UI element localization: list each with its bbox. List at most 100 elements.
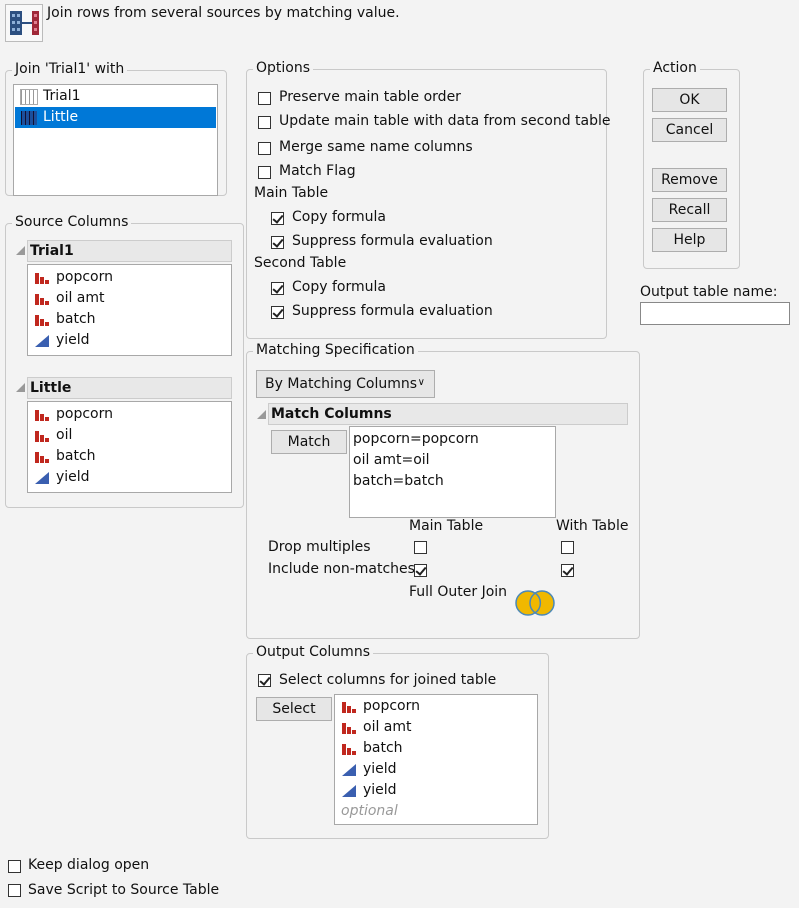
disclosure-icon[interactable] bbox=[16, 246, 25, 255]
ok-button[interactable]: OK bbox=[652, 88, 727, 112]
nominal-column-icon bbox=[34, 429, 50, 443]
nominal-column-icon bbox=[34, 292, 50, 306]
main-table-option-1-checkbox[interactable] bbox=[271, 236, 284, 249]
include-nonmatches-main-checkbox[interactable] bbox=[414, 564, 427, 577]
chevron-down-icon: ∨ bbox=[417, 377, 425, 388]
column-item[interactable]: yield bbox=[28, 467, 231, 488]
column-item[interactable]: batch bbox=[28, 309, 231, 330]
table-item-little[interactable]: Little bbox=[15, 107, 216, 128]
drop-multiples-label: Drop multiples bbox=[268, 539, 371, 555]
column-label: popcorn bbox=[56, 406, 113, 422]
option-2-checkbox[interactable] bbox=[258, 142, 271, 155]
column-item[interactable]: yield bbox=[335, 780, 537, 801]
nominal-column-icon bbox=[34, 408, 50, 422]
option-3-checkbox[interactable] bbox=[258, 166, 271, 179]
column-item[interactable]: batch bbox=[335, 738, 537, 759]
nominal-column-icon bbox=[34, 450, 50, 464]
select-columns-checkbox[interactable] bbox=[258, 674, 271, 687]
source-column-list-trial1[interactable]: popcorn oil amt batch yield bbox=[27, 264, 232, 356]
source-table-header-trial1[interactable]: Trial1 bbox=[27, 240, 232, 262]
include-nonmatches-label: Include non-matches bbox=[268, 561, 415, 577]
table-label: Little bbox=[43, 109, 79, 125]
source-column-list-little[interactable]: popcorn oil batch yield bbox=[27, 401, 232, 493]
dialog-description: Join rows from several sources by matchi… bbox=[47, 5, 400, 21]
second-table-option-1-checkbox[interactable] bbox=[271, 306, 284, 319]
output-columns-title: Output Columns bbox=[253, 644, 373, 660]
table-grid-icon bbox=[20, 88, 38, 105]
second-table-option-0-label: Copy formula bbox=[292, 279, 386, 295]
select-button[interactable]: Select bbox=[256, 697, 332, 721]
matching-spec-title: Matching Specification bbox=[253, 342, 418, 358]
join-icon bbox=[5, 4, 43, 42]
continuous-column-icon bbox=[341, 784, 357, 798]
optional-placeholder: optional bbox=[341, 803, 398, 819]
column-item[interactable]: popcorn bbox=[28, 404, 231, 425]
column-label: popcorn bbox=[363, 698, 420, 714]
remove-button[interactable]: Remove bbox=[652, 168, 727, 192]
nominal-column-icon bbox=[34, 313, 50, 327]
main-table-option-0-checkbox[interactable] bbox=[271, 212, 284, 225]
column-label: yield bbox=[56, 332, 90, 348]
column-item[interactable]: popcorn bbox=[28, 267, 231, 288]
second-table-option-1-label: Suppress formula evaluation bbox=[292, 303, 493, 319]
continuous-column-icon bbox=[34, 334, 50, 348]
keep-dialog-open-checkbox[interactable] bbox=[8, 860, 21, 873]
output-table-name-input[interactable] bbox=[640, 302, 790, 325]
column-item[interactable]: yield bbox=[28, 330, 231, 351]
second-table-option-0-checkbox[interactable] bbox=[271, 282, 284, 295]
output-column-list[interactable]: popcorn oil amt batch yield yield optional bbox=[334, 694, 538, 825]
option-2-label: Merge same name columns bbox=[279, 139, 473, 155]
match-pair-item[interactable]: popcorn=popcorn bbox=[353, 429, 555, 450]
disclosure-icon[interactable] bbox=[16, 383, 25, 392]
main-table-label: Main Table bbox=[409, 518, 484, 534]
column-label: yield bbox=[363, 761, 397, 777]
table-label: Trial1 bbox=[43, 88, 81, 104]
disclosure-icon[interactable] bbox=[257, 410, 266, 419]
match-pair-item[interactable]: oil amt=oil bbox=[353, 450, 555, 471]
table-list[interactable]: Trial1 Little bbox=[13, 84, 218, 196]
source-columns-title: Source Columns bbox=[12, 214, 132, 230]
source-table-header-little[interactable]: Little bbox=[27, 377, 232, 399]
help-button[interactable]: Help bbox=[652, 228, 727, 252]
match-columns-header[interactable]: Match Columns bbox=[268, 403, 628, 425]
recall-button[interactable]: Recall bbox=[652, 198, 727, 222]
continuous-column-icon bbox=[34, 471, 50, 485]
column-item[interactable]: yield bbox=[335, 759, 537, 780]
drop-multiples-with-checkbox[interactable] bbox=[561, 541, 574, 554]
option-1-checkbox[interactable] bbox=[258, 116, 271, 129]
save-script-checkbox[interactable] bbox=[8, 884, 21, 897]
join-with-group: Join 'Trial1' with Trial1 Little bbox=[5, 61, 227, 196]
drop-multiples-main-checkbox[interactable] bbox=[414, 541, 427, 554]
column-label: oil amt bbox=[56, 290, 105, 306]
main-table-section-label: Main Table bbox=[254, 185, 329, 201]
join-with-title: Join 'Trial1' with bbox=[12, 61, 128, 77]
option-0-checkbox[interactable] bbox=[258, 92, 271, 105]
column-item[interactable]: oil amt bbox=[28, 288, 231, 309]
match-pairs-list[interactable]: popcorn=popcorn oil amt=oil batch=batch bbox=[349, 426, 556, 518]
option-3-label: Match Flag bbox=[279, 163, 356, 179]
column-label: popcorn bbox=[56, 269, 113, 285]
select-columns-label: Select columns for joined table bbox=[279, 672, 497, 688]
column-label: oil amt bbox=[363, 719, 412, 735]
matching-method-dropdown[interactable]: By Matching Columns ∨ bbox=[256, 370, 435, 398]
match-button[interactable]: Match bbox=[271, 430, 347, 454]
column-item[interactable]: batch bbox=[28, 446, 231, 467]
nominal-column-icon bbox=[34, 271, 50, 285]
column-item[interactable]: popcorn bbox=[335, 696, 537, 717]
column-label: batch bbox=[56, 448, 96, 464]
column-item[interactable]: oil amt bbox=[335, 717, 537, 738]
output-table-name-label: Output table name: bbox=[640, 284, 778, 300]
table-grid-icon bbox=[21, 110, 37, 125]
match-pair-item[interactable]: batch=batch bbox=[353, 471, 555, 492]
nominal-column-icon bbox=[341, 721, 357, 735]
main-table-option-0-label: Copy formula bbox=[292, 209, 386, 225]
option-1-label: Update main table with data from second … bbox=[279, 113, 611, 129]
action-title: Action bbox=[650, 60, 700, 76]
cancel-button[interactable]: Cancel bbox=[652, 118, 727, 142]
column-label: yield bbox=[56, 469, 90, 485]
include-nonmatches-with-checkbox[interactable] bbox=[561, 564, 574, 577]
join-type-label: Full Outer Join bbox=[409, 584, 508, 600]
table-item-trial1[interactable]: Trial1 bbox=[15, 86, 216, 107]
column-item[interactable]: oil bbox=[28, 425, 231, 446]
second-table-section-label: Second Table bbox=[254, 255, 347, 271]
